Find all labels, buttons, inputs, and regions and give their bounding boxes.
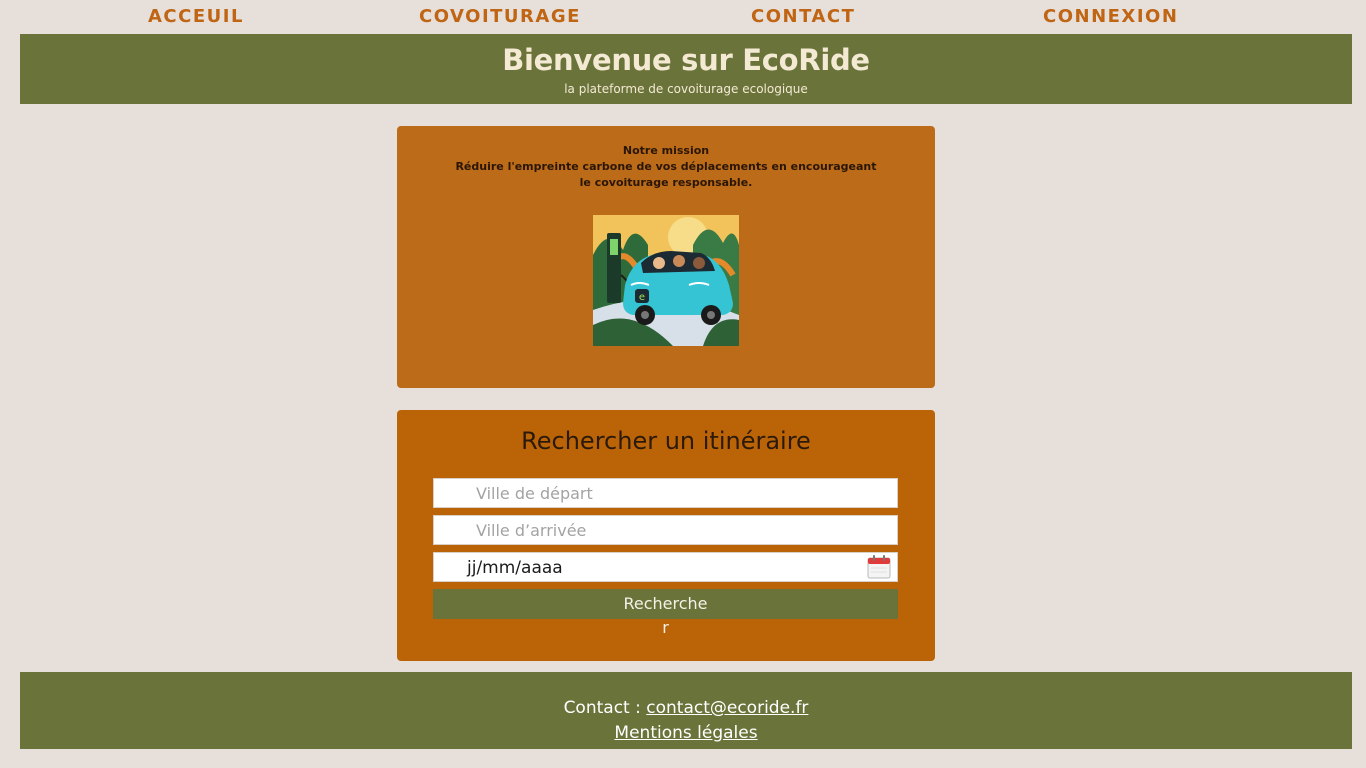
footer-legal: Mentions légales <box>20 722 1352 744</box>
mission-heading: Notre mission <box>622 144 710 157</box>
nav-covoiturage[interactable]: COVOITURAGE <box>419 6 581 28</box>
search-button[interactable]: Recherche r <box>433 589 898 637</box>
electric-car-illustration: e <box>593 215 739 346</box>
arrival-input[interactable] <box>434 516 897 544</box>
departure-field <box>433 478 898 508</box>
nav-accueil[interactable]: ACCEUIL <box>148 6 244 28</box>
svg-text:e: e <box>639 292 645 303</box>
footer: Contact : contact@ecoride.fr Mentions lé… <box>20 672 1352 749</box>
calendar-icon[interactable] <box>866 554 892 580</box>
hero-banner: Bienvenue sur EcoRide la plateforme de c… <box>20 34 1352 104</box>
nav-contact[interactable]: CONTACT <box>751 6 855 28</box>
search-button-label: Recherche <box>623 594 708 613</box>
mission-card: Notre mission Réduire l'empreinte carbon… <box>397 126 935 388</box>
date-input-value[interactable]: jj/mm/aaaa <box>467 557 563 579</box>
hero-title: Bienvenue sur EcoRide <box>502 43 870 77</box>
main-nav: ACCEUIL COVOITURAGE CONTACT CONNEXION <box>0 0 1366 34</box>
date-field[interactable]: jj/mm/aaaa <box>433 552 898 582</box>
mission-text: Réduire l'empreinte carbone de vos dépla… <box>455 160 877 189</box>
hero-subtitle: la plateforme de covoiturage ecologique <box>564 82 808 96</box>
search-title: Rechercher un itinéraire <box>521 427 811 455</box>
search-button-label-overflow: r <box>662 618 669 637</box>
arrival-field <box>433 515 898 545</box>
footer-contact-label: Contact : <box>563 698 647 718</box>
departure-input[interactable] <box>434 479 897 507</box>
nav-connexion[interactable]: CONNEXION <box>1043 6 1178 28</box>
search-panel: Rechercher un itinéraire jj/mm/aaaa Rech… <box>397 410 935 661</box>
footer-contact: Contact : contact@ecoride.fr <box>20 697 1352 719</box>
contact-email-link[interactable]: contact@ecoride.fr <box>646 698 808 718</box>
legal-notice-link[interactable]: Mentions légales <box>614 723 757 743</box>
